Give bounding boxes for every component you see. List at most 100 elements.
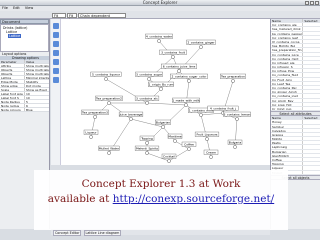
option-row[interactable]: Node colours Blue bbox=[0, 108, 49, 112]
lattice-diagram[interactable]: 4_contains_water 2_contains_ginger 3_conta… bbox=[51, 19, 270, 165]
lattice-node[interactable] bbox=[159, 87, 163, 91]
tab-concept-editor[interactable]: Concept Editor bbox=[53, 230, 82, 236]
tab-lattice-diagram[interactable]: Lattice Line diagram bbox=[83, 230, 122, 236]
lattice-node[interactable] bbox=[184, 103, 188, 107]
layout-select[interactable]: Chain dependent bbox=[78, 12, 126, 18]
lattice-node[interactable] bbox=[177, 69, 181, 73]
lattice-canvas[interactable]: 4_contains_water 2_contains_ginger 3_conta… bbox=[51, 19, 270, 165]
lattice-node[interactable] bbox=[104, 77, 108, 81]
option-value[interactable]: 6 bbox=[24, 104, 49, 107]
attribute-selected-checkbox[interactable] bbox=[302, 27, 320, 31]
menu-view[interactable]: View bbox=[25, 6, 33, 10]
option-param: Edge Mode bbox=[1, 80, 18, 83]
lattice-node[interactable] bbox=[147, 77, 151, 81]
lattice-node[interactable] bbox=[205, 137, 209, 141]
option-value[interactable]: 10 bbox=[24, 96, 49, 99]
option-value[interactable]: Show multi labels bbox=[24, 72, 49, 75]
lattice-node[interactable] bbox=[129, 117, 133, 121]
tree-item-selected[interactable]: Lattice bbox=[8, 34, 22, 38]
object-selected-checkbox[interactable] bbox=[302, 166, 320, 170]
lattice-node[interactable] bbox=[107, 101, 111, 105]
lattice-node[interactable] bbox=[233, 145, 237, 149]
attribute-selected-checkbox[interactable] bbox=[302, 81, 320, 85]
object-selected-checkbox[interactable] bbox=[302, 137, 320, 141]
lattice-node[interactable] bbox=[231, 79, 235, 83]
attribute-selected-checkbox[interactable] bbox=[302, 52, 320, 56]
attribute-selected-checkbox[interactable] bbox=[302, 69, 320, 73]
object-selected-checkbox[interactable] bbox=[302, 158, 320, 162]
fit-button[interactable]: Fit bbox=[52, 12, 66, 18]
project-link[interactable]: http://conexp.sourceforge.net/ bbox=[113, 193, 275, 205]
attribute-selected-checkbox[interactable] bbox=[302, 98, 320, 102]
attribute-selected-checkbox[interactable] bbox=[302, 65, 320, 69]
option-value[interactable]: Blue bbox=[24, 108, 49, 111]
minimize-button[interactable] bbox=[305, 1, 309, 5]
close-button[interactable] bbox=[315, 1, 319, 5]
lattice-node[interactable] bbox=[161, 125, 165, 129]
object-selected-checkbox[interactable] bbox=[302, 128, 320, 132]
lattice-node[interactable] bbox=[145, 141, 149, 145]
option-value[interactable]: Stability bbox=[24, 80, 49, 83]
menu-file[interactable]: File bbox=[2, 6, 8, 10]
lattice-node[interactable] bbox=[187, 79, 191, 83]
label-tool-icon[interactable] bbox=[53, 59, 59, 65]
attribute-selected-checkbox[interactable] bbox=[302, 60, 320, 65]
object-selected-checkbox[interactable] bbox=[302, 145, 320, 149]
lattice-node[interactable] bbox=[107, 151, 111, 155]
move-tool-icon[interactable] bbox=[53, 50, 59, 56]
lattice-node[interactable] bbox=[187, 147, 191, 151]
lattice-node[interactable] bbox=[209, 155, 213, 159]
attr-header-name: Name bbox=[272, 19, 281, 23]
object-selected-checkbox[interactable] bbox=[302, 170, 320, 174]
object-selected-checkbox[interactable] bbox=[302, 153, 320, 157]
attribute-selected-checkbox[interactable] bbox=[302, 77, 320, 81]
option-value[interactable]: Minimal intents bbox=[24, 76, 49, 79]
object-selected-checkbox[interactable] bbox=[302, 149, 320, 153]
select-tool-icon[interactable] bbox=[53, 23, 59, 29]
attribute-selected-checkbox[interactable] bbox=[302, 44, 320, 48]
attribute-selected-checkbox[interactable] bbox=[302, 102, 320, 106]
lattice-node[interactable] bbox=[89, 135, 93, 139]
option-value[interactable]: Show multi labels bbox=[24, 68, 49, 71]
lattice-node[interactable] bbox=[235, 117, 239, 121]
object-selected-checkbox[interactable] bbox=[302, 141, 320, 145]
lattice-node[interactable] bbox=[145, 151, 149, 155]
lattice-node[interactable] bbox=[171, 55, 175, 59]
attribute-selected-checkbox[interactable] bbox=[302, 31, 320, 35]
export-icon[interactable] bbox=[53, 77, 59, 83]
attribute-selected-checkbox[interactable] bbox=[302, 86, 320, 90]
option-value[interactable]: 5 bbox=[24, 100, 49, 103]
option-value[interactable]: 10 bbox=[24, 92, 49, 95]
option-value[interactable]: Show as fixed bbox=[24, 88, 49, 91]
attribute-selected-checkbox[interactable] bbox=[302, 106, 320, 111]
maximize-button[interactable] bbox=[310, 1, 314, 5]
lattice-node[interactable] bbox=[199, 45, 203, 49]
attribute-selected-checkbox[interactable] bbox=[302, 35, 320, 39]
lattice-node[interactable] bbox=[145, 101, 149, 105]
object-selected-checkbox[interactable] bbox=[302, 132, 320, 137]
attribute-selected-checkbox[interactable] bbox=[302, 48, 320, 52]
attribute-selected-checkbox[interactable] bbox=[302, 73, 320, 77]
option-value[interactable]: Dot mode bbox=[24, 84, 49, 87]
object-selected-checkbox[interactable] bbox=[302, 162, 320, 166]
zoom-in-icon[interactable] bbox=[53, 32, 59, 38]
lattice-node[interactable] bbox=[173, 139, 177, 143]
layout-tool-icon[interactable] bbox=[53, 68, 59, 74]
attribute-selected-checkbox[interactable] bbox=[302, 56, 320, 60]
zoom-field[interactable]: Fit to Screen bbox=[67, 12, 81, 26]
attribute-selected-checkbox[interactable] bbox=[302, 90, 320, 94]
zoom-out-icon[interactable] bbox=[53, 41, 59, 47]
lattice-node[interactable] bbox=[93, 115, 97, 119]
object-selected-checkbox[interactable] bbox=[302, 124, 320, 128]
attribute-name: Co_ginger_Alcoh bbox=[272, 90, 297, 94]
lattice-node[interactable] bbox=[199, 113, 203, 117]
lattice-node[interactable] bbox=[157, 39, 161, 43]
attribute-selected-checkbox[interactable] bbox=[302, 94, 320, 98]
menu-edit[interactable]: Edit bbox=[13, 6, 20, 10]
option-value[interactable]: Show multi labels bbox=[24, 64, 49, 67]
attribute-selected-checkbox[interactable] bbox=[302, 39, 320, 44]
lattice-node[interactable] bbox=[167, 159, 171, 163]
attribute-selected-checkbox[interactable] bbox=[302, 23, 320, 27]
attr-header-selected: Selected bbox=[302, 19, 320, 23]
object-selected-checkbox[interactable] bbox=[302, 120, 320, 124]
